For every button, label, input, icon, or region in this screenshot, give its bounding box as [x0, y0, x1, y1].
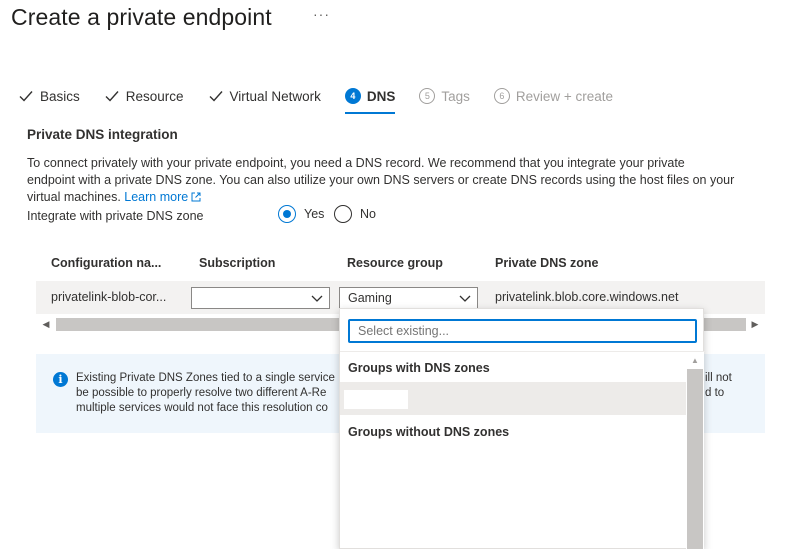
radio-yes[interactable]: Yes [278, 205, 324, 223]
section-heading: Private DNS integration [27, 127, 178, 142]
description-line: To connect privately with your private e… [27, 156, 685, 170]
tab-resource[interactable]: Resource [104, 86, 184, 106]
resource-group-dropdown-panel: Groups with DNS zones Groups without DNS… [339, 308, 705, 549]
tab-tags[interactable]: 5 Tags [419, 86, 470, 106]
group-header-with-dns: Groups with DNS zones [348, 361, 490, 375]
checkmark-icon [105, 91, 119, 102]
tab-dns[interactable]: 4 DNS [344, 86, 396, 114]
learn-more-link[interactable]: Learn more [124, 190, 201, 204]
integrate-dns-label: Integrate with private DNS zone [27, 209, 204, 223]
column-header-subscription: Subscription [199, 256, 276, 270]
radio-selected-icon [278, 205, 296, 223]
tab-label: Virtual Network [229, 88, 321, 104]
description-line: endpoint with a private DNS zone. You ca… [27, 173, 735, 187]
scrollbar-thumb[interactable] [687, 369, 703, 549]
resource-group-value: Gaming [348, 291, 392, 305]
chevron-down-icon [459, 295, 471, 302]
scroll-left-icon[interactable]: ◀ [39, 318, 53, 331]
private-dns-zone-cell: privatelink.blob.core.windows.net [495, 290, 679, 304]
group-header-without-dns: Groups without DNS zones [348, 425, 510, 439]
column-header-configuration: Configuration na... [51, 256, 162, 270]
scroll-right-icon[interactable]: ▶ [748, 318, 762, 331]
subscription-dropdown[interactable] [191, 287, 330, 309]
column-header-private-dns-zone: Private DNS zone [495, 256, 599, 270]
chevron-down-icon [311, 295, 323, 302]
info-line-tail: ill not [705, 372, 732, 384]
page-title: Create a private endpoint [11, 4, 272, 30]
search-input[interactable] [348, 319, 697, 343]
info-line-tail: d to [705, 387, 725, 399]
tab-label: Basics [40, 88, 80, 104]
resource-group-dropdown[interactable]: Gaming [339, 287, 478, 309]
tab-label: Resource [125, 88, 184, 104]
external-link-icon [191, 192, 201, 202]
step-number-badge: 5 [419, 88, 436, 104]
wizard-tabs: Basics Resource Virtual Network 4 DNS 5 … [18, 86, 637, 116]
tab-label: Review + create [515, 88, 614, 104]
step-number-badge: 4 [344, 88, 361, 104]
list-item[interactable] [340, 382, 686, 415]
tab-basics[interactable]: Basics [18, 86, 80, 106]
info-icon: i [53, 372, 68, 387]
step-number-badge: 6 [493, 88, 510, 104]
column-header-resource-group: Resource group [347, 256, 443, 270]
tab-label: Tags [441, 88, 470, 104]
checkmark-icon [209, 91, 223, 102]
description-line: virtual machines. Learn more [27, 189, 767, 206]
divider [340, 351, 705, 352]
vertical-scrollbar[interactable]: ▲ [686, 352, 704, 549]
checkmark-icon [19, 91, 33, 102]
radio-unselected-icon [334, 205, 352, 223]
more-options-button[interactable]: ··· [313, 6, 330, 22]
tab-virtual-network[interactable]: Virtual Network [208, 86, 321, 106]
tab-label: DNS [366, 88, 396, 104]
radio-no[interactable]: No [334, 205, 376, 223]
redacted-item-label [344, 390, 408, 409]
tab-review-create[interactable]: 6 Review + create [493, 86, 614, 106]
scroll-up-icon[interactable]: ▲ [689, 356, 701, 366]
dns-description: To connect privately with your private e… [27, 155, 767, 206]
configuration-name-cell: privatelink-blob-cor... [51, 290, 167, 304]
radio-label: No [360, 207, 376, 221]
radio-label: Yes [304, 207, 325, 221]
